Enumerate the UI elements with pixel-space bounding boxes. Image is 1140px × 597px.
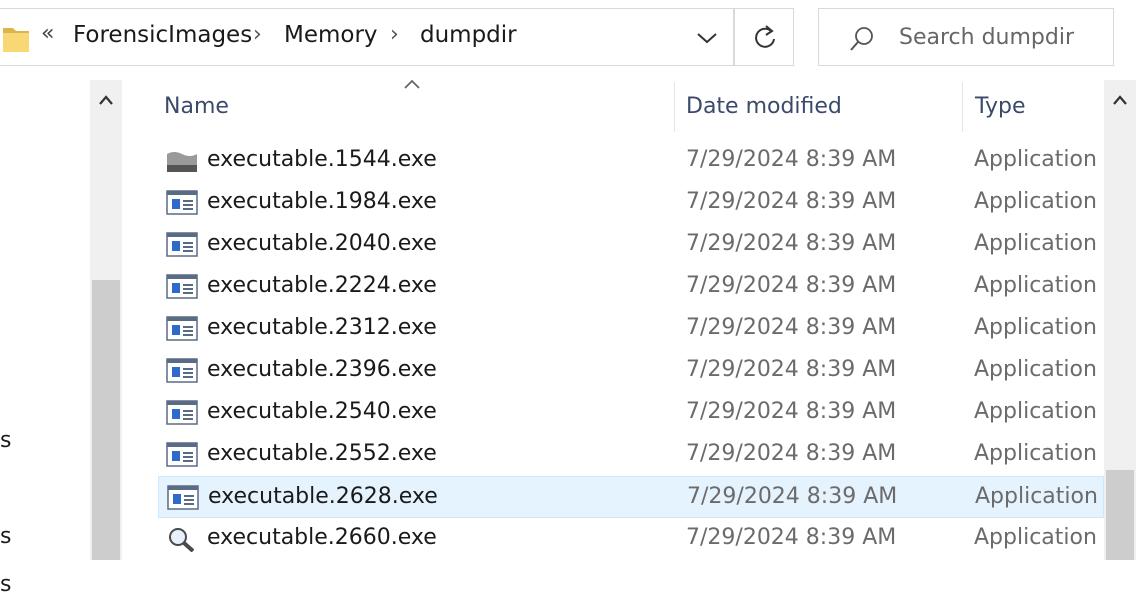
nav-item-label-clipped[interactable]: s xyxy=(0,524,11,549)
file-row[interactable]: executable.2552.exe 7/29/2024 8:39 AM Appl… xyxy=(158,434,1104,476)
chevron-down-icon xyxy=(697,33,717,44)
window-app-icon xyxy=(166,442,198,467)
file-name: executable.2628.exe xyxy=(208,484,438,509)
breadcrumb-dumpdir[interactable]: dumpdir xyxy=(420,22,517,48)
chevron-up-icon xyxy=(99,95,113,105)
file-row[interactable]: executable.2040.exe 7/29/2024 8:39 AM Appl… xyxy=(158,224,1104,266)
file-date-modified: 7/29/2024 8:39 AM xyxy=(686,525,897,550)
file-row[interactable]: executable.1544.exe 7/29/2024 8:39 AM Appl… xyxy=(158,140,1104,182)
magnifier-app-icon xyxy=(169,528,195,552)
file-date-modified: 7/29/2024 8:39 AM xyxy=(686,357,897,382)
file-list-scroll-up-button[interactable] xyxy=(1104,82,1136,122)
file-row[interactable]: executable.2396.exe 7/29/2024 8:39 AM Appl… xyxy=(158,350,1104,392)
file-type: Application xyxy=(974,441,1097,466)
refresh-button[interactable] xyxy=(734,8,794,66)
generic-app-icon xyxy=(167,152,197,172)
folder-icon xyxy=(3,28,29,52)
window-app-icon xyxy=(166,232,198,257)
file-row[interactable]: executable.2540.exe 7/29/2024 8:39 AM Appl… xyxy=(158,392,1104,434)
file-date-modified: 7/29/2024 8:39 AM xyxy=(686,189,897,214)
file-name: executable.2396.exe xyxy=(207,357,437,382)
file-type: Application xyxy=(974,147,1097,172)
breadcrumb-forensicimages[interactable]: ForensicImages xyxy=(73,22,252,48)
file-row[interactable]: executable.2628.exe 7/29/2024 8:39 AM Appl… xyxy=(158,476,1104,518)
file-name: executable.2552.exe xyxy=(207,441,437,466)
file-list-scroll-thumb[interactable] xyxy=(1106,470,1134,560)
file-name: executable.2540.exe xyxy=(207,399,437,424)
window-app-icon xyxy=(166,358,198,383)
file-date-modified: 7/29/2024 8:39 AM xyxy=(686,315,897,340)
sort-ascending-icon xyxy=(404,79,420,89)
file-type: Application xyxy=(974,231,1097,256)
file-name: executable.2224.exe xyxy=(207,273,437,298)
column-divider[interactable] xyxy=(962,82,963,132)
column-header-name[interactable]: Name xyxy=(164,94,229,119)
nav-item-label-clipped[interactable]: s xyxy=(0,572,11,597)
file-date-modified: 7/29/2024 8:39 AM xyxy=(686,231,897,256)
nav-scroll-thumb[interactable] xyxy=(92,280,120,560)
file-type: Application xyxy=(974,315,1097,340)
file-date-modified: 7/29/2024 8:39 AM xyxy=(686,273,897,298)
search-icon xyxy=(850,27,873,51)
file-date-modified: 7/29/2024 8:39 AM xyxy=(686,147,897,172)
file-name: executable.2660.exe xyxy=(207,525,437,550)
file-date-modified: 7/29/2024 8:39 AM xyxy=(687,484,898,509)
file-row[interactable]: executable.2224.exe 7/29/2024 8:39 AM Appl… xyxy=(158,266,1104,308)
window-app-icon xyxy=(166,190,198,215)
nav-scroll-up-button[interactable] xyxy=(90,82,122,122)
file-type: Application xyxy=(974,357,1097,382)
chevron-up-icon xyxy=(1113,95,1127,105)
file-type: Application xyxy=(975,484,1098,509)
file-type: Application xyxy=(974,525,1097,550)
address-bar[interactable]: « ForensicImages › Memory › dumpdir xyxy=(0,8,734,66)
file-name: executable.2040.exe xyxy=(207,231,437,256)
nav-item-label-clipped[interactable]: s xyxy=(0,428,11,453)
breadcrumb-separator[interactable]: › xyxy=(253,22,262,47)
file-type: Application xyxy=(974,189,1097,214)
file-row[interactable]: executable.2660.exe 7/29/2024 8:39 AM Appl… xyxy=(158,518,1104,560)
file-date-modified: 7/29/2024 8:39 AM xyxy=(686,399,897,424)
file-name: executable.1984.exe xyxy=(207,189,437,214)
file-row[interactable]: executable.2312.exe 7/29/2024 8:39 AM Appl… xyxy=(158,308,1104,350)
column-header-date-modified[interactable]: Date modified xyxy=(686,94,842,119)
file-type: Application xyxy=(974,273,1097,298)
refresh-icon xyxy=(755,25,775,48)
window-app-icon xyxy=(166,316,198,341)
file-row[interactable]: executable.1984.exe 7/29/2024 8:39 AM Appl… xyxy=(158,182,1104,224)
column-header-type[interactable]: Type xyxy=(975,94,1026,119)
window-app-icon xyxy=(167,485,199,510)
breadcrumb-separator[interactable]: › xyxy=(390,22,399,47)
file-name: executable.1544.exe xyxy=(207,147,437,172)
file-type: Application xyxy=(974,399,1097,424)
breadcrumb-overflow-button[interactable]: « xyxy=(41,21,54,46)
window-app-icon xyxy=(166,400,198,425)
search-box[interactable] xyxy=(818,8,1114,66)
address-history-dropdown[interactable] xyxy=(683,8,735,66)
search-input[interactable] xyxy=(899,20,1099,54)
breadcrumb-memory[interactable]: Memory xyxy=(284,22,378,48)
window-app-icon xyxy=(166,274,198,299)
file-name: executable.2312.exe xyxy=(207,315,437,340)
column-divider[interactable] xyxy=(674,82,675,132)
file-date-modified: 7/29/2024 8:39 AM xyxy=(686,441,897,466)
